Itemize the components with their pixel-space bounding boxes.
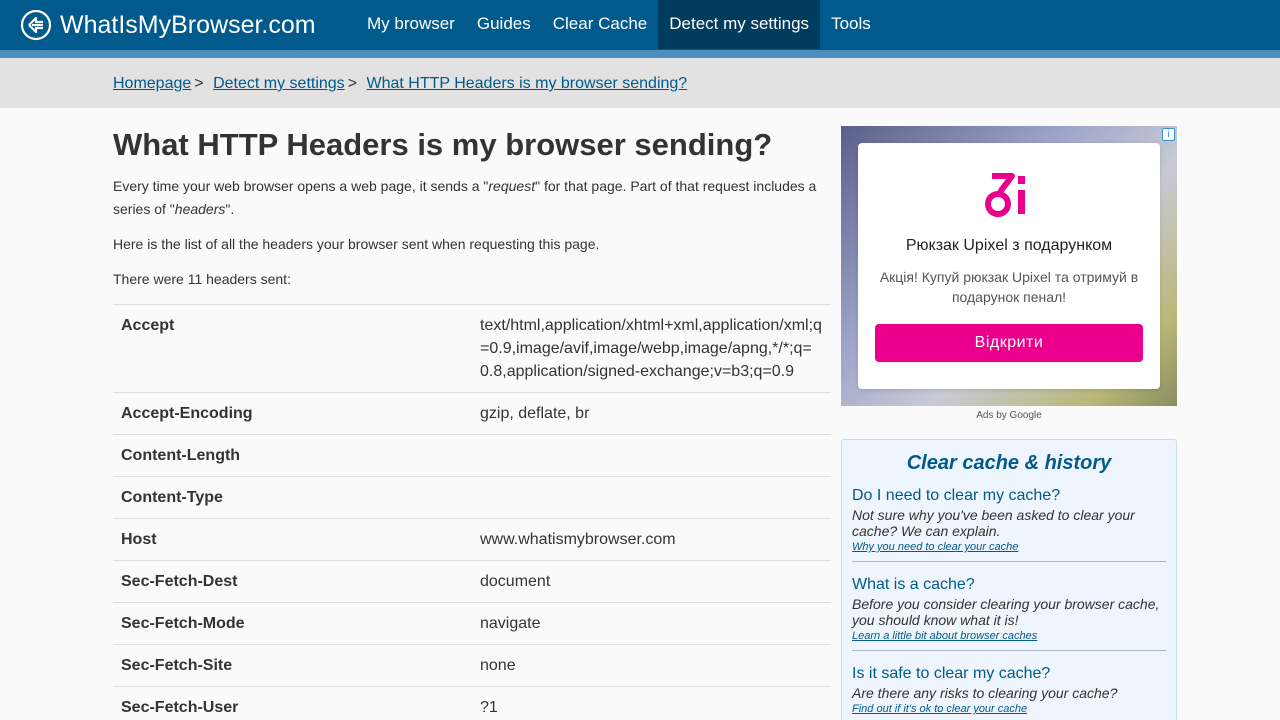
header-name: Sec-Fetch-Site [113,644,472,687]
cache-question-link[interactable]: Is it safe to clear my cache? [852,665,1166,683]
header-name: Accept [113,304,472,393]
breadcrumb: Homepage > Detect my settings > What HTTP … [113,75,687,93]
cache-read-more-link[interactable]: Find out if it's ok to clear your cache [852,703,1166,715]
table-row: Sec-Fetch-Site none [113,644,831,687]
ad-title: Рюкзак Upixel з подарунком [905,237,1113,254]
header-name: Sec-Fetch-Mode [113,602,472,645]
cache-description: Before you consider clearing your browse… [852,596,1160,628]
cache-item: Is it safe to clear my cache? Are there … [852,665,1166,720]
navbar-stripe [0,50,1280,58]
main-nav: My browser Guides Clear Cache Detect my … [356,0,882,49]
page-title: What HTTP Headers is my browser sending? [113,127,773,162]
nav-tools[interactable]: Tools [820,0,882,49]
header-name: Host [113,518,472,561]
table-row: Sec-Fetch-Mode navigate [113,602,831,645]
header-value [472,476,831,519]
breadcrumb-homepage[interactable]: Homepage [113,75,191,92]
top-navbar: WhatIsMyBrowser.com My browser Guides Cl… [0,0,1280,50]
header-name: Sec-Fetch-Dest [113,560,472,603]
headers-emphasis: headers [174,201,226,217]
table-row: Accept text/html,application/xhtml+xml,ap… [113,304,831,393]
table-row: Content-Type [113,476,831,519]
ad-description: Акція! Купуй рюкзак Upixel та отримуй в … [879,269,1139,305]
cache-item: Do I need to clear my cache? Not sure wh… [852,487,1166,562]
site-logo-link[interactable]: WhatIsMyBrowser.com [20,8,316,42]
nav-guides[interactable]: Guides [466,0,542,49]
cache-read-more-link[interactable]: Why you need to clear your cache [852,541,1166,553]
logo-text: WhatIsMyBrowser.com [60,10,316,39]
header-count: There were 11 headers sent: [113,271,291,287]
header-value: www.whatismybrowser.com [472,518,831,561]
ad-info-icon[interactable]: i [1162,128,1175,141]
ad-open-button[interactable]: Відкрити [875,324,1143,362]
breadcrumb-separator: > [194,75,204,92]
header-value: gzip, deflate, br [472,392,831,435]
ads-by-google: Ads by Google [976,410,1042,421]
cache-description: Are there any risks to clearing your cac… [852,685,1118,701]
list-paragraph: Here is the list of all the headers your… [113,236,600,252]
clear-cache-box: Clear cache & history Do I need to clear… [841,439,1177,720]
cache-question-link[interactable]: What is a cache? [852,576,1166,594]
logo-icon [20,9,52,41]
header-name: Accept-Encoding [113,392,472,435]
table-row: Host www.whatismybrowser.com [113,518,831,561]
intro-paragraph: Every time your web browser opens a web … [113,178,817,217]
nav-detect-my-settings[interactable]: Detect my settings [658,0,821,49]
main-content: What HTTP Headers is my browser sending?… [113,108,831,720]
table-row: Sec-Fetch-Dest document [113,560,831,603]
nav-clear-cache[interactable]: Clear Cache [542,0,659,49]
sidebar-ad[interactable]: i Рюкзак Upixel з подарунком Акція! Купу… [841,126,1177,406]
header-value: ?1 [472,686,831,720]
header-value: navigate [472,602,831,645]
breadcrumb-separator: > [347,75,358,92]
header-name: Content-Type [113,476,472,519]
cache-description: Not sure why you've been asked to clear … [852,507,1135,539]
cache-read-more-link[interactable]: Learn a little bit about browser caches [852,630,1166,642]
upixel-logo-icon [985,173,1025,217]
breadcrumb-current-page[interactable]: What HTTP Headers is my browser sending? [366,75,687,92]
cache-item: What is a cache? Before you consider cle… [852,576,1166,651]
header-value: none [472,644,831,687]
nav-my-browser[interactable]: My browser [356,0,466,49]
cache-question-link[interactable]: Do I need to clear my cache? [852,487,1166,505]
header-value: document [472,560,831,603]
breadcrumb-detect-settings[interactable]: Detect my settings [213,75,345,92]
table-row: Content-Length [113,434,831,477]
header-name: Sec-Fetch-User [113,686,472,720]
table-row: Accept-Encoding gzip, deflate, br [113,392,831,435]
breadcrumb-bar: Homepage > Detect my settings > What HTTP … [0,58,1280,108]
header-value [472,434,831,477]
header-value: text/html,application/xhtml+xml,applicat… [472,304,831,393]
table-row: Sec-Fetch-User ?1 [113,686,831,720]
request-emphasis: request [488,178,536,194]
headers-table: Accept text/html,application/xhtml+xml,ap… [113,304,831,720]
header-name: Content-Length [113,434,472,477]
clear-cache-title: Clear cache & history [906,452,1112,474]
ad-card[interactable]: Рюкзак Upixel з подарунком Акція! Купуй … [858,143,1160,389]
